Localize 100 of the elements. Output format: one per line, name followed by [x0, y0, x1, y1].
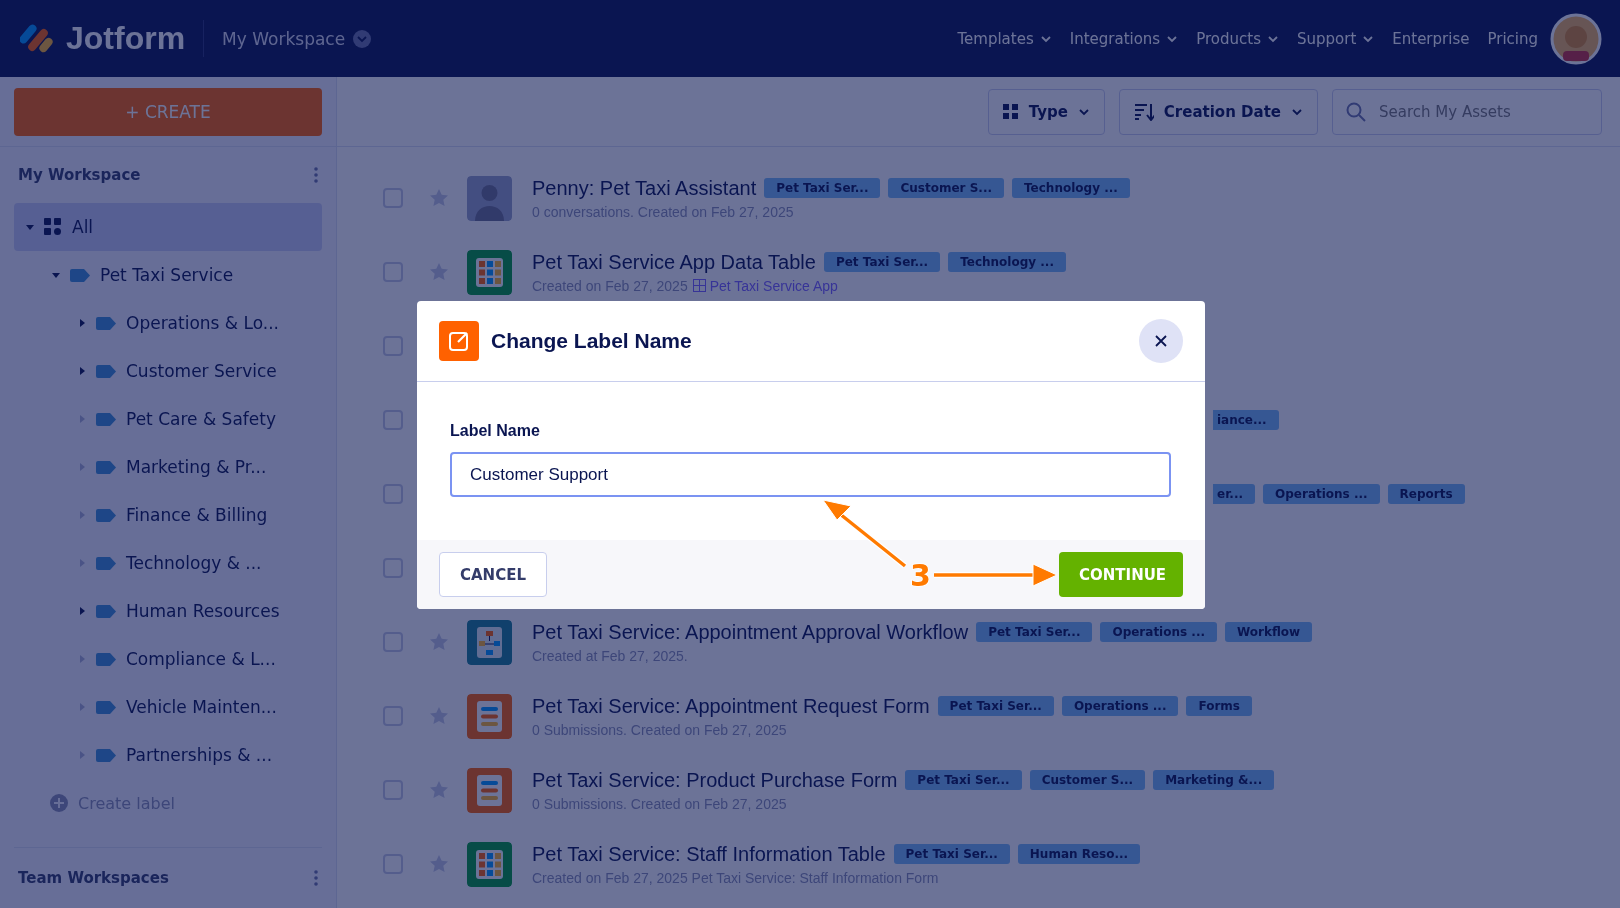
label-icon [70, 268, 90, 282]
caret-icon [78, 463, 86, 471]
label-icon [96, 460, 116, 474]
app-link[interactable]: Pet Taxi Service App [692, 277, 838, 294]
close-button[interactable] [1139, 319, 1183, 363]
checkbox[interactable] [383, 188, 403, 208]
tree-item[interactable]: Vehicle Mainten... [14, 683, 322, 731]
form-icon [467, 767, 512, 813]
checkbox[interactable] [383, 706, 403, 726]
nav-link[interactable]: Support [1296, 29, 1375, 48]
caret-icon [78, 751, 86, 759]
checkbox[interactable] [383, 854, 403, 874]
more-icon [314, 870, 318, 886]
checkbox[interactable] [383, 558, 403, 578]
tag: iance... [1213, 410, 1279, 430]
tree-item[interactable]: Partnerships & ... [14, 731, 322, 779]
asset-title[interactable]: Pet Taxi Service: Product Purchase Form [532, 768, 898, 792]
more-icon [314, 167, 318, 183]
photo-placeholder [467, 175, 512, 221]
label-icon [96, 652, 116, 666]
tag: Pet Taxi Ser... [764, 178, 881, 198]
nav-link[interactable]: Products [1196, 29, 1279, 48]
asset-title[interactable]: Pet Taxi Service: Appointment Approval Workflow [532, 620, 969, 644]
label-name-field[interactable]: Customer Support [450, 452, 1171, 497]
type-dropdown[interactable]: Type [987, 88, 1105, 135]
nav-link[interactable]: Integrations [1069, 29, 1179, 48]
tree-item[interactable]: Marketing & Pr... [14, 443, 322, 491]
tag: Pet Taxi Ser... [823, 252, 941, 272]
asset-title[interactable]: Penny: Pet Taxi Assistant [532, 176, 757, 200]
label-icon [96, 412, 116, 426]
label-icon [96, 556, 116, 570]
label-icon [96, 604, 116, 618]
tree-item[interactable]: Human Resources [14, 587, 322, 635]
tag: er... [1213, 484, 1256, 504]
continue-button[interactable]: CONTINUE [1059, 552, 1183, 597]
tag: Workflow [1225, 622, 1313, 642]
checkbox[interactable] [383, 484, 403, 504]
section-title: My Workspace [18, 166, 141, 184]
sort-dropdown[interactable]: Creation Date [1118, 88, 1318, 135]
caret-icon [78, 559, 86, 567]
label-icon [96, 316, 116, 330]
checkbox[interactable] [383, 336, 403, 356]
tag: Pet Taxi Ser... [905, 770, 1022, 790]
tag: Technology ... [948, 252, 1066, 272]
caret-icon [52, 271, 60, 279]
label-icon [96, 508, 116, 522]
grid-icon [1002, 103, 1019, 120]
asset-title[interactable]: Pet Taxi Service: Appointment Request Form [532, 694, 930, 718]
tag: Customer S... [888, 178, 1004, 198]
field-label: Label Name [450, 422, 541, 440]
star-icon [429, 780, 449, 800]
caret-icon [78, 703, 86, 711]
app-icon [692, 279, 706, 292]
table-icon [467, 841, 512, 887]
form-icon [467, 693, 512, 739]
asset-title[interactable]: Pet Taxi Service App Data Table [532, 250, 816, 274]
nav-link[interactable]: Enterprise [1392, 29, 1470, 48]
tag: Operations ... [1263, 484, 1380, 504]
tree-item[interactable]: All [14, 203, 322, 251]
create-button[interactable]: + CREATE [14, 87, 322, 136]
tag: Operations ... [1061, 696, 1179, 716]
star-icon [429, 262, 449, 282]
label-icon [96, 364, 116, 378]
nav-link[interactable]: Pricing [1487, 29, 1538, 48]
edit-icon [439, 321, 479, 361]
close-icon [1155, 335, 1167, 347]
tag: Pet Taxi Ser... [976, 622, 1093, 642]
tree-item[interactable]: Compliance & L... [14, 635, 322, 683]
checkbox[interactable] [383, 780, 403, 800]
tag: Human Reso... [1017, 844, 1141, 864]
tree-item[interactable]: Customer Service [14, 347, 322, 395]
tag: Customer S... [1029, 770, 1146, 790]
star-icon [429, 706, 449, 726]
tree-item[interactable]: Technology & ... [14, 539, 322, 587]
tag: Reports [1387, 484, 1465, 504]
nav-link[interactable]: Templates [957, 29, 1052, 48]
star-icon [429, 188, 449, 208]
star-icon [429, 854, 449, 874]
tree-item[interactable]: Pet Taxi Service [14, 251, 322, 299]
asset-title[interactable]: Pet Taxi Service: Staff Information Table [532, 842, 886, 866]
tree-item[interactable]: Pet Care & Safety [14, 395, 322, 443]
workspace-title[interactable]: My Workspace [222, 28, 346, 49]
cancel-button[interactable]: CANCEL [439, 552, 547, 597]
avatar-icon [1550, 12, 1602, 65]
caret-icon [78, 367, 86, 375]
checkbox[interactable] [383, 410, 403, 430]
caret-icon [78, 319, 86, 327]
grid-icon [44, 218, 62, 236]
checkbox[interactable] [383, 632, 403, 652]
label-icon [96, 700, 116, 714]
sort-icon [1133, 102, 1154, 121]
caret-icon [78, 415, 86, 423]
tag: Operations ... [1100, 622, 1217, 642]
tag: Pet Taxi Ser... [893, 844, 1010, 864]
checkbox[interactable] [383, 262, 403, 282]
plus-circle-icon [50, 794, 68, 812]
tree-item[interactable]: Finance & Billing [14, 491, 322, 539]
table-icon [467, 249, 512, 295]
caret-icon [78, 511, 86, 519]
tree-item[interactable]: Operations & Lo... [14, 299, 322, 347]
